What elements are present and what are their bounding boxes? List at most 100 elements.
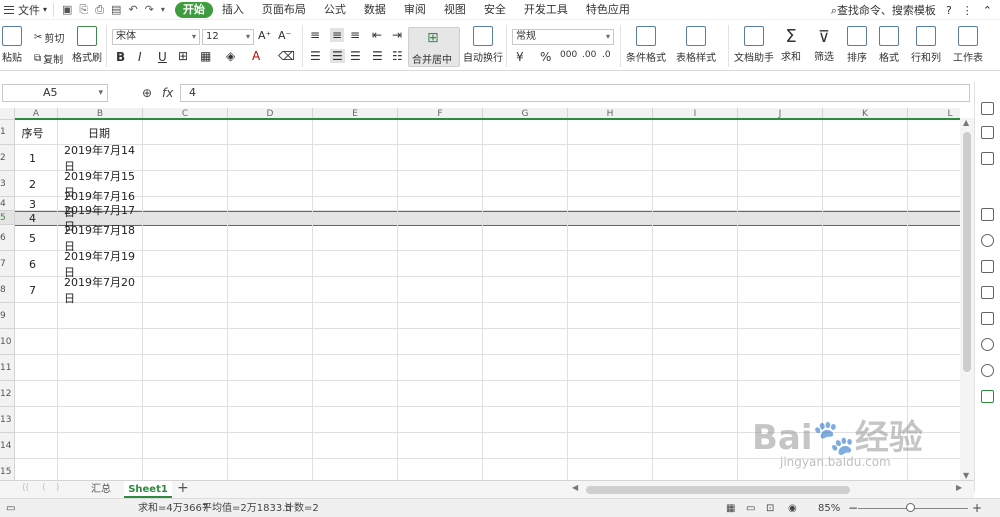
zoom-out-button[interactable]: − (848, 499, 858, 517)
scroll-right-icon[interactable]: ▶ (956, 483, 962, 492)
backup-icon[interactable] (981, 338, 994, 351)
worksheet-button[interactable]: 工作表 (953, 26, 983, 64)
tab-page-layout[interactable]: 页面布局 (253, 0, 315, 20)
tab-security[interactable]: 安全 (475, 0, 515, 20)
font-shrink-icon[interactable]: A⁻ (278, 29, 291, 42)
more-icon[interactable]: ⋮ (962, 4, 973, 17)
align-left-icon[interactable]: ☰ (310, 49, 321, 63)
undo-icon[interactable]: ↶ (128, 3, 137, 17)
bold-button[interactable]: B (116, 50, 125, 64)
align-right-icon[interactable]: ☰ (350, 49, 361, 63)
tab-review[interactable]: 审阅 (395, 0, 435, 20)
underline-button[interactable]: U (158, 50, 167, 64)
cell-a6[interactable]: 5 (7, 225, 58, 251)
zoom-slider-knob[interactable] (906, 503, 915, 512)
tab-developer[interactable]: 开发工具 (515, 0, 577, 20)
cell-style-icon[interactable]: ▦ (200, 49, 211, 63)
decrease-decimal-button[interactable]: .0 (602, 50, 611, 60)
tab-formulas[interactable]: 公式 (315, 0, 355, 20)
indent-increase-icon[interactable]: ⇥ (392, 28, 402, 42)
percent-button[interactable]: % (540, 50, 551, 64)
row-header-12[interactable]: 12 (0, 381, 15, 407)
zoom-magnifier-icon[interactable]: ⊕ (142, 86, 152, 100)
page-break-view-icon[interactable]: ⊡ (766, 499, 774, 517)
macro-icon[interactable]: ▭ (6, 499, 15, 517)
row-header-13[interactable]: 13 (0, 407, 15, 433)
select-icon[interactable] (981, 102, 994, 115)
cell-a2[interactable]: 1 (7, 145, 58, 171)
cut-button[interactable]: ✂ 剪切 (34, 30, 64, 45)
border-icon[interactable]: ⊞ (178, 49, 188, 63)
file-menu[interactable]: 文件 ▾ (0, 0, 53, 20)
chevron-down-icon[interactable]: ▾ (161, 3, 165, 17)
fill-color-icon[interactable]: ◈ (226, 49, 235, 63)
cell-a1-header[interactable]: 序号 (7, 120, 58, 145)
image-icon[interactable] (981, 312, 994, 325)
print-icon[interactable]: ⎙ (95, 3, 104, 17)
doc-helper-button[interactable]: 文档助手 (734, 26, 774, 64)
justify-icon[interactable]: ☰ (372, 49, 383, 63)
align-middle-icon[interactable]: ≡ (330, 28, 345, 42)
tab-data[interactable]: 数据 (355, 0, 395, 20)
sum-button[interactable]: Σ 求和 (781, 26, 801, 63)
collapse-ribbon-icon[interactable]: ⌃ (983, 4, 992, 17)
cell-a5[interactable]: 4 (7, 211, 58, 225)
scrollbar-thumb[interactable] (963, 132, 971, 372)
shapes-icon[interactable] (981, 126, 994, 139)
tab-view[interactable]: 视图 (435, 0, 475, 20)
row-header-11[interactable]: 11 (0, 355, 15, 381)
number-format-select[interactable]: 常规 (512, 29, 614, 45)
font-color-button[interactable]: A (252, 49, 260, 63)
sheet-nav-prev-icon[interactable]: ⟨ (42, 483, 46, 493)
fx-button[interactable]: fx (162, 86, 173, 100)
table-style-button[interactable]: 表格样式 (676, 26, 716, 64)
currency-icon[interactable]: ¥ (516, 50, 524, 64)
font-size-select[interactable]: 12 (202, 29, 254, 45)
row-header-14[interactable]: 14 (0, 433, 15, 459)
copy-button[interactable]: ⧉ 复制 (34, 51, 63, 66)
name-box[interactable]: A5 (2, 84, 108, 102)
row-header-15[interactable]: 15 (0, 459, 15, 480)
star-icon[interactable] (981, 234, 994, 247)
app-logo-icon[interactable] (981, 390, 994, 403)
sheet-nav-next-icon[interactable]: ⟩ (56, 483, 60, 493)
reading-mode-icon[interactable]: ◉ (788, 499, 797, 517)
cell-b8[interactable]: 2019年7月20日 (64, 276, 143, 305)
zoom-level[interactable]: 85% (818, 499, 840, 517)
filter-button[interactable]: ⊽ 筛选 (814, 26, 834, 63)
align-center-icon[interactable]: ☰ (330, 49, 345, 63)
format-button[interactable]: 格式 (879, 26, 899, 64)
cell-a7[interactable]: 6 (7, 251, 58, 277)
eraser-icon[interactable]: ⌫ (278, 49, 295, 63)
font-name-select[interactable]: 宋体 (112, 29, 200, 45)
horizontal-scrollbar-thumb[interactable] (586, 486, 850, 494)
format-painter-button[interactable]: 格式刷 (72, 26, 102, 64)
cell-a3[interactable]: 2 (7, 171, 58, 197)
increase-decimal-button[interactable]: .00 (582, 50, 596, 60)
redo-icon[interactable]: ↷ (145, 3, 154, 17)
cell-a8[interactable]: 7 (7, 277, 58, 303)
indent-decrease-icon[interactable]: ⇤ (372, 28, 382, 42)
rows-cols-button[interactable]: 行和列 (911, 26, 941, 64)
vertical-scrollbar[interactable]: ▲ ▼ (960, 118, 974, 480)
tab-insert[interactable]: 插入 (213, 0, 253, 20)
save-icon[interactable]: ▣ (62, 3, 72, 17)
scroll-left-icon[interactable]: ◀ (572, 483, 578, 492)
clipboard-icon[interactable] (981, 208, 994, 221)
paste-button[interactable]: 粘贴 (2, 26, 22, 64)
history-icon[interactable] (981, 364, 994, 377)
help-icon[interactable]: ? (946, 4, 952, 17)
tab-special[interactable]: 特色应用 (577, 0, 639, 20)
archive-icon[interactable] (981, 260, 994, 273)
find-icon[interactable] (981, 152, 994, 165)
scroll-up-icon[interactable]: ▲ (963, 118, 969, 127)
zoom-in-button[interactable]: + (972, 499, 982, 517)
align-bottom-icon[interactable]: ≡ (350, 28, 360, 42)
print-preview-icon[interactable]: ▤ (111, 3, 121, 17)
normal-view-icon[interactable]: ▦ (726, 499, 735, 517)
row-header-10[interactable]: 10 (0, 329, 15, 355)
conditional-format-button[interactable]: 条件格式 (626, 26, 666, 64)
italic-button[interactable]: I (138, 50, 142, 64)
font-grow-icon[interactable]: A⁺ (258, 29, 271, 42)
add-sheet-button[interactable]: + (177, 480, 189, 496)
